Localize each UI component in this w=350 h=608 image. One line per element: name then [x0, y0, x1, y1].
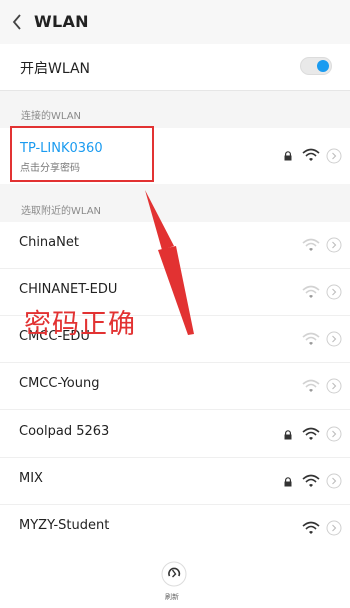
- network-row[interactable]: Coolpad 5263: [0, 411, 350, 458]
- network-row[interactable]: ChinaNet: [0, 222, 350, 269]
- page-title: WLAN: [34, 12, 89, 31]
- network-name: MIX: [19, 471, 43, 486]
- top-bar: WLAN: [0, 0, 350, 44]
- wifi-icon: [302, 474, 320, 487]
- refresh-icon[interactable]: [160, 560, 188, 588]
- network-name: Coolpad 5263: [19, 424, 110, 439]
- wlan-toggle-row[interactable]: 开启WLAN: [0, 44, 350, 91]
- refresh-label: 刷新: [165, 593, 179, 601]
- network-row[interactable]: MYZY-Student: [0, 505, 350, 551]
- lock-icon: [284, 151, 292, 161]
- connected-section-label: 连接的WLAN: [21, 111, 82, 122]
- network-name: MYZY-Student: [19, 518, 110, 533]
- chevron-right-icon[interactable]: [326, 378, 342, 394]
- lock-icon: [284, 430, 292, 440]
- back-icon[interactable]: [10, 12, 26, 32]
- wifi-icon: [302, 285, 320, 298]
- chevron-right-icon[interactable]: [326, 148, 342, 164]
- wifi-icon: [302, 332, 320, 345]
- annotation-text: 密码正确: [24, 309, 136, 340]
- chevron-right-icon[interactable]: [326, 426, 342, 442]
- network-row[interactable]: MIX: [0, 458, 350, 505]
- wifi-icon: [302, 379, 320, 392]
- network-name: CHINANET-EDU: [19, 282, 118, 297]
- nearby-section-label: 选取附近的WLAN: [21, 206, 102, 217]
- connected-section-header: 连接的WLAN: [0, 91, 350, 128]
- wifi-icon: [302, 148, 320, 161]
- toggle-knob: [317, 60, 329, 72]
- wifi-icon: [302, 521, 320, 534]
- network-name: ChinaNet: [19, 235, 79, 250]
- chevron-right-icon[interactable]: [326, 237, 342, 253]
- wifi-icon: [302, 238, 320, 251]
- chevron-right-icon[interactable]: [326, 520, 342, 536]
- network-name: CMCC-Young: [19, 376, 100, 391]
- network-row[interactable]: CMCC-Young: [0, 363, 350, 410]
- chevron-right-icon[interactable]: [326, 473, 342, 489]
- wlan-toggle-switch[interactable]: [300, 57, 332, 75]
- wlan-toggle-label: 开启WLAN: [20, 61, 91, 77]
- lock-icon: [284, 477, 292, 487]
- chevron-right-icon[interactable]: [326, 331, 342, 347]
- annotation-highlight-box: [10, 126, 154, 182]
- chevron-right-icon[interactable]: [326, 284, 342, 300]
- wifi-icon: [302, 427, 320, 440]
